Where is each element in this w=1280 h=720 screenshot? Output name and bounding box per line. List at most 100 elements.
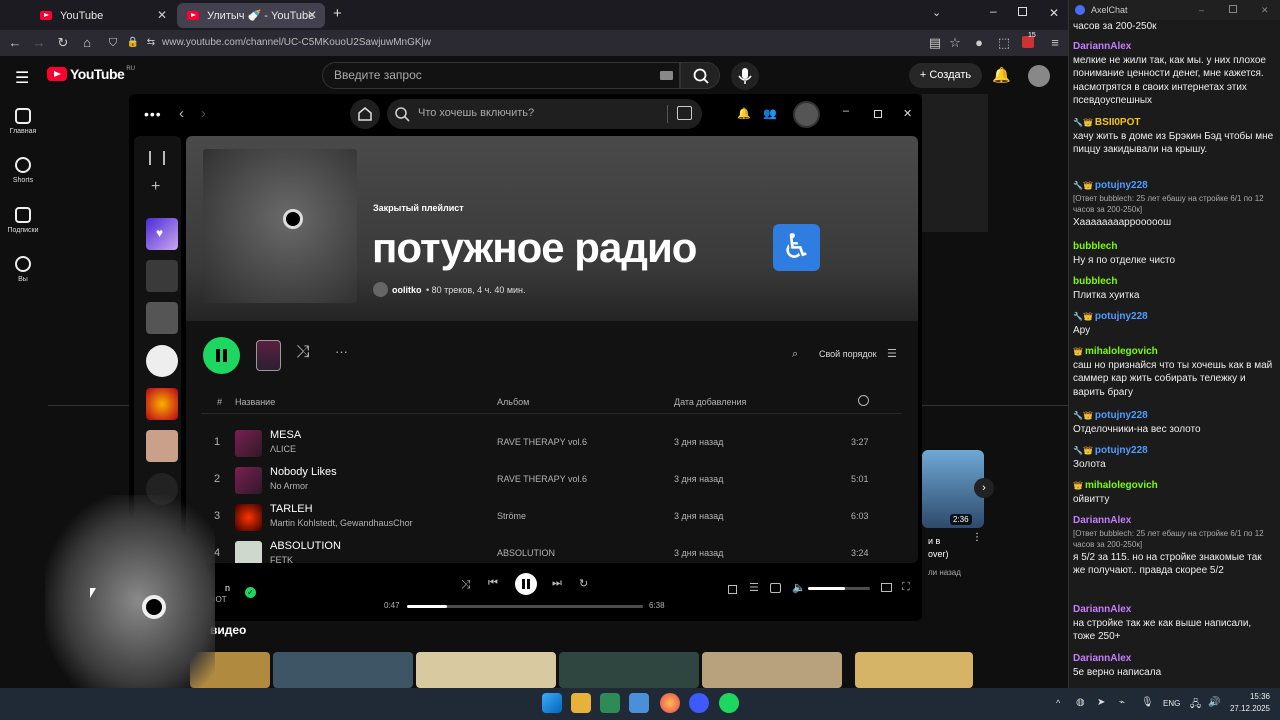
play-pause-button[interactable]	[515, 573, 537, 595]
bookmark-star-icon[interactable]: ☆	[946, 34, 964, 52]
track-artist[interactable]: No Armor	[270, 481, 308, 491]
clock[interactable]: 15:36 27.12.2025	[1226, 692, 1270, 713]
track-title[interactable]: TARLEH	[270, 503, 313, 515]
track-album[interactable]: Ströme	[497, 511, 526, 521]
playlist-owner[interactable]: oolitko	[392, 285, 422, 295]
chat-author[interactable]: potujny228	[1095, 410, 1148, 421]
track-album[interactable]: ABSOLUTION	[497, 548, 555, 558]
sort-label[interactable]: Свой порядок	[819, 349, 877, 359]
track-artist[interactable]: Martin Kohlstedt, GewandhausChor	[270, 518, 413, 528]
progress-bar[interactable]	[407, 605, 643, 608]
track-artist[interactable]: ΛLICE	[270, 444, 296, 454]
extensions-icon[interactable]: ⬚	[995, 34, 1013, 52]
hamburger-menu-icon[interactable]: ☰	[15, 68, 29, 88]
language-indicator[interactable]: ENG	[1163, 699, 1180, 708]
track-album[interactable]: RAVE THERAPY vol.6	[497, 437, 587, 447]
close-window-icon[interactable]: ✕	[903, 107, 912, 120]
sidebar-item-subscriptions[interactable]: Подписки	[0, 207, 46, 234]
column-title[interactable]: Название	[235, 397, 275, 407]
tray-chevron-icon[interactable]: ^	[1056, 698, 1060, 708]
track-title[interactable]: ABSOLUTION	[270, 540, 341, 552]
maximize-icon[interactable]	[1229, 5, 1237, 13]
owner-avatar[interactable]	[373, 282, 388, 297]
playlist-cover[interactable]	[146, 388, 178, 420]
notifications-bell-icon[interactable]: 🔔	[737, 107, 751, 120]
chat-author[interactable]: mihalolegovich	[1085, 346, 1158, 357]
video-title-fragment[interactable]: over)	[928, 549, 949, 559]
keyboard-icon[interactable]	[660, 71, 673, 80]
youtube-search-button[interactable]	[680, 62, 720, 89]
track-title[interactable]: Nobody Likes	[270, 466, 337, 478]
video-thumbnail[interactable]	[702, 652, 842, 688]
column-date[interactable]: Дата добавления	[674, 397, 746, 407]
now-playing-title[interactable]: n	[225, 583, 230, 593]
windows-start-icon[interactable]	[542, 693, 562, 713]
queue-icon[interactable]: ☰	[749, 581, 759, 594]
close-tab-icon[interactable]: ✕	[157, 8, 167, 22]
network-icon[interactable]: 🖧	[1190, 697, 1201, 714]
spotify-search-input[interactable]: Что хочешь включить?	[387, 99, 702, 129]
usb-icon[interactable]: ⌁	[1119, 697, 1125, 708]
video-thumbnail[interactable]	[273, 652, 413, 688]
youtube-logo[interactable]: YouTube RU	[47, 66, 135, 82]
playlist-cover[interactable]	[146, 302, 178, 334]
chat-author[interactable]: potujny228	[1095, 311, 1148, 322]
sidebar-item-you[interactable]: Вы	[0, 256, 46, 283]
fullscreen-icon[interactable]: ⛶	[902, 581, 910, 594]
avatar[interactable]	[1028, 65, 1050, 87]
volume-slider[interactable]	[808, 587, 870, 590]
chat-author[interactable]: mihalolegovich	[1085, 480, 1158, 491]
spotify-menu-icon[interactable]: •••	[144, 106, 162, 122]
forward-icon[interactable]: →	[30, 34, 48, 52]
video-thumbnail[interactable]	[855, 652, 973, 688]
minimize-icon[interactable]: –	[1199, 0, 1204, 20]
account-icon[interactable]: ●	[970, 34, 988, 52]
connect-device-icon[interactable]	[770, 583, 781, 593]
liked-songs-cover[interactable]: ♥	[146, 218, 178, 250]
create-button[interactable]: + Создать	[909, 63, 982, 88]
notepad-icon[interactable]	[629, 693, 649, 713]
library-icon[interactable]	[149, 151, 165, 165]
shuffle-icon[interactable]: ⤨	[461, 577, 471, 592]
friend-activity-icon[interactable]: 👥	[763, 107, 777, 120]
back-chevron-icon[interactable]: ‹	[179, 105, 184, 122]
minimize-icon[interactable]: –	[990, 4, 997, 18]
maximize-icon[interactable]	[1018, 7, 1027, 16]
telegram-icon[interactable]: ➤	[1097, 697, 1105, 708]
chat-author[interactable]: BSII0POT	[1095, 117, 1141, 128]
forward-chevron-icon[interactable]: ›	[201, 105, 206, 122]
previous-icon[interactable]: ⏮	[488, 577, 498, 590]
track-title[interactable]: MESA	[270, 429, 301, 441]
track-row[interactable]: 4 ABSOLUTION FETK ABSOLUTION 3 дня назад…	[201, 536, 901, 563]
reload-icon[interactable]: ↻	[54, 34, 72, 52]
browse-icon[interactable]	[677, 106, 692, 120]
maximize-icon[interactable]	[874, 110, 882, 118]
list-view-icon[interactable]: ☰	[887, 347, 897, 360]
track-row[interactable]: 2 Nobody Likes No Armor RAVE THERAPY vol…	[201, 462, 901, 499]
carousel-next-chevron-icon[interactable]: ›	[974, 478, 994, 498]
shuffle-icon[interactable]: ⤨	[296, 342, 310, 362]
chat-author[interactable]: potujny228	[1095, 180, 1148, 191]
track-album[interactable]: RAVE THERAPY vol.6	[497, 474, 587, 484]
axelchat-taskbar-icon[interactable]	[689, 693, 709, 713]
chat-author[interactable]: bubblech	[1073, 240, 1275, 254]
now-playing-view-icon[interactable]	[728, 585, 737, 594]
mic-icon[interactable]: 🎙	[1141, 697, 1154, 708]
repeat-icon[interactable]: ↻	[579, 577, 588, 590]
shield-icon[interactable]: ⛉	[104, 34, 122, 52]
chat-author[interactable]: potujny228	[1095, 445, 1148, 456]
sidebar-item-home[interactable]: Главная	[0, 108, 46, 135]
new-tab-button[interactable]: +	[333, 5, 342, 22]
saved-check-icon[interactable]: ✓	[245, 587, 256, 598]
spotify-icon[interactable]	[719, 693, 739, 713]
voice-search-button[interactable]	[731, 62, 759, 90]
create-plus-icon[interactable]: +	[151, 178, 160, 196]
youtube-search-input[interactable]: Введите запрос	[322, 62, 680, 89]
track-row[interactable]: 3 TARLEH Martin Kohlstedt, GewandhausCho…	[201, 499, 901, 536]
menu-icon[interactable]: ≡	[1046, 34, 1064, 52]
more-options-icon[interactable]: ⋮	[972, 532, 982, 543]
notifications-bell-icon[interactable]: 🔔	[992, 66, 1011, 84]
video-thumbnail[interactable]	[416, 652, 556, 688]
url-bar[interactable]: www.youtube.com/channel/UC-C5MKouoU2Sawj…	[158, 33, 918, 53]
pause-button[interactable]	[203, 337, 240, 374]
